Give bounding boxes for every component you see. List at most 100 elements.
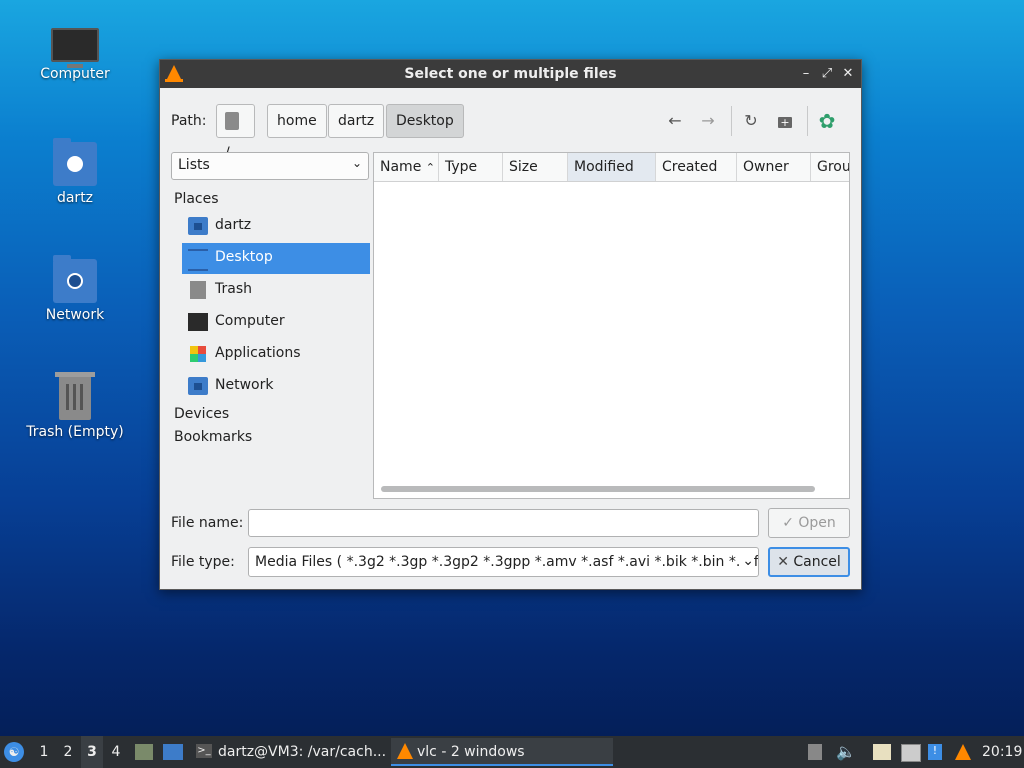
volume-icon[interactable]: 🔈: [836, 744, 856, 760]
file-list[interactable]: Name ⌃ Type Size Modified Created Owner …: [373, 152, 850, 499]
sort-ascending-icon: ⌃: [425, 161, 435, 174]
open-label: Open: [798, 515, 836, 531]
sidebar-mode-select[interactable]: Lists ⌄: [171, 152, 369, 180]
workspace-3[interactable]: 3: [81, 736, 103, 768]
filetype-select[interactable]: Media Files ( *.3g2 *.3gp *.3gp2 *.3gpp …: [248, 547, 759, 577]
sidebar-mode-value: Lists: [178, 157, 210, 173]
column-name[interactable]: Name ⌃: [374, 153, 439, 181]
section-bookmarks[interactable]: Bookmarks: [174, 429, 252, 445]
task-vlc[interactable]: vlc - 2 windows: [391, 738, 613, 766]
desktop-icon-label: Network: [45, 307, 105, 323]
terminal-icon: >_: [196, 744, 212, 758]
dialog-titlebar[interactable]: Select one or multiple files – ⤢ ✕: [160, 60, 861, 88]
refresh-icon[interactable]: ↻: [739, 110, 763, 132]
back-arrow-icon[interactable]: ←: [663, 110, 687, 132]
desktop-icon-computer[interactable]: Computer: [20, 22, 130, 82]
desktop-icon-label: dartz: [56, 190, 94, 206]
sidebar-item-desktop[interactable]: Desktop: [182, 243, 370, 274]
section-devices[interactable]: Devices: [174, 406, 229, 422]
network-folder-icon: [53, 255, 97, 303]
file-list-header: Name ⌃ Type Size Modified Created Owner …: [374, 153, 849, 182]
workspace-2[interactable]: 2: [57, 736, 79, 768]
file-dialog: Select one or multiple files – ⤢ ✕ Path:…: [159, 59, 862, 590]
sidebar-item-network[interactable]: Network: [182, 371, 370, 402]
close-button[interactable]: ✕: [839, 65, 857, 83]
maximize-button[interactable]: ⤢: [818, 65, 836, 83]
minimize-button[interactable]: –: [797, 65, 815, 83]
cancel-button[interactable]: ✕ Cancel: [768, 547, 850, 577]
path-label: Path:: [171, 113, 207, 129]
desktop-icon-label: Trash (Empty): [26, 424, 124, 440]
updates-icon[interactable]: !: [928, 744, 942, 760]
options-gear-icon[interactable]: ✿: [815, 110, 839, 132]
taskbar: ☯ 1 2 3 4 >_ dartz@VM3: /var/cach... vlc…: [0, 736, 1024, 768]
show-desktop-icon[interactable]: [163, 744, 183, 760]
column-modified[interactable]: Modified: [568, 153, 656, 181]
desktop-icon-dartz[interactable]: dartz: [20, 138, 130, 206]
task-label: dartz@VM3: /var/cach...: [218, 744, 387, 760]
desktop-icon-label: Computer: [40, 66, 110, 82]
check-icon: ✓: [782, 515, 794, 531]
vlc-cone-icon: [397, 743, 413, 759]
sidebar-item-label: dartz: [215, 217, 252, 233]
workspace-1[interactable]: 1: [33, 736, 55, 768]
chevron-down-icon: ⌄: [740, 553, 754, 569]
column-owner[interactable]: Owner: [737, 153, 811, 181]
sidebar-item-applications[interactable]: Applications: [182, 339, 370, 370]
open-button[interactable]: ✓ Open: [768, 508, 850, 538]
toolbar-separator: [731, 106, 732, 136]
forward-arrow-icon[interactable]: →: [696, 110, 720, 132]
sidebar-item-computer[interactable]: Computer: [182, 307, 370, 338]
sidebar-item-label: Applications: [215, 345, 301, 361]
crumb-dartz[interactable]: dartz: [328, 104, 385, 138]
desktop-icon-trash[interactable]: Trash (Empty): [20, 372, 130, 440]
network-tray-icon[interactable]: [901, 744, 921, 762]
drive-icon: [225, 112, 239, 130]
trash-icon: [55, 372, 95, 420]
sidebar-item-label: Computer: [215, 313, 285, 329]
filename-label: File name:: [171, 515, 244, 531]
column-group[interactable]: Grou: [811, 153, 849, 181]
column-label: Name: [380, 159, 422, 175]
computer-icon: [188, 313, 208, 331]
home-folder-icon: [53, 138, 97, 186]
network-folder-icon: [188, 377, 208, 395]
start-menu-icon[interactable]: ☯: [4, 742, 24, 762]
dialog-title: Select one or multiple files: [404, 66, 617, 82]
clock[interactable]: 20:19: [982, 736, 1022, 768]
filetype-value: Media Files ( *.3g2 *.3gp *.3gp2 *.3gpp …: [255, 554, 759, 570]
applications-icon: [190, 346, 206, 362]
file-manager-icon[interactable]: [135, 744, 153, 760]
cancel-label: Cancel: [793, 554, 841, 570]
notes-icon[interactable]: [873, 744, 891, 760]
crumb-home[interactable]: home: [267, 104, 327, 138]
column-created[interactable]: Created: [656, 153, 737, 181]
sidebar-item-label: Desktop: [215, 249, 273, 265]
desktop-icon: [188, 249, 208, 271]
crumb-desktop[interactable]: Desktop: [386, 104, 464, 138]
column-type[interactable]: Type: [439, 153, 503, 181]
desktop-icon-network[interactable]: Network: [20, 255, 130, 323]
section-places: Places: [174, 191, 219, 207]
trash-icon: [190, 281, 206, 299]
new-folder-icon[interactable]: +: [773, 110, 797, 132]
filetype-label: File type:: [171, 554, 235, 570]
horizontal-scrollbar[interactable]: [381, 486, 815, 492]
column-size[interactable]: Size: [503, 153, 568, 181]
chevron-down-icon: ⌄: [351, 156, 362, 170]
sidebar-item-trash[interactable]: Trash: [182, 275, 370, 306]
computer-icon: [51, 28, 99, 68]
vlc-tray-icon[interactable]: [955, 744, 971, 760]
filename-input[interactable]: [248, 509, 759, 537]
home-folder-icon: [188, 217, 208, 235]
x-icon: ✕: [777, 554, 789, 570]
workspace-4[interactable]: 4: [105, 736, 127, 768]
sidebar-item-dartz[interactable]: dartz: [182, 211, 370, 242]
toolbar-separator: [807, 106, 808, 136]
sidebar-item-label: Network: [215, 377, 274, 393]
task-label: vlc - 2 windows: [417, 744, 525, 760]
crumb-root[interactable]: /: [216, 104, 255, 161]
clipboard-icon[interactable]: [808, 744, 822, 760]
sidebar-item-label: Trash: [215, 281, 252, 297]
task-terminal[interactable]: >_ dartz@VM3: /var/cach...: [192, 738, 388, 766]
